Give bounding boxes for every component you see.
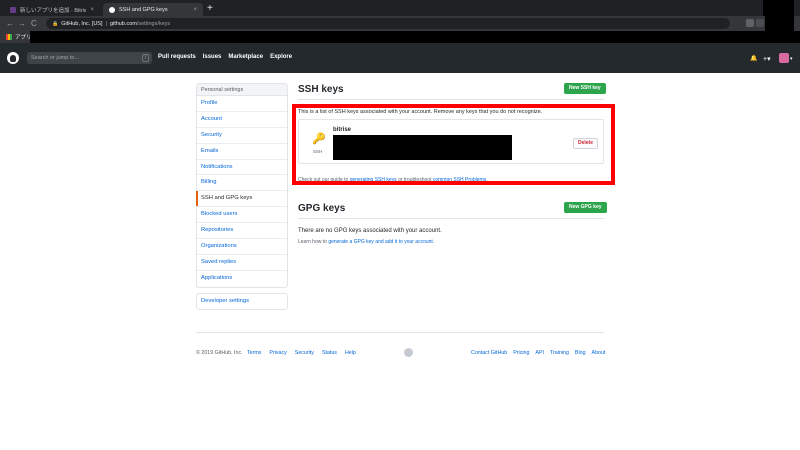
tab-label: SSH and GPG keys [119,6,168,13]
address-separator: | [105,20,107,27]
apps-grid-icon [6,34,12,40]
redacted-area [763,0,794,16]
footer-link-pricing[interactable]: Pricing [513,350,529,356]
sidebar-item-account[interactable]: Account [197,112,287,128]
browser-tab-ssh-gpg-keys[interactable]: SSH and GPG keys × [103,3,203,16]
red-highlight-annotation [292,104,615,185]
github-mark-icon[interactable] [404,348,413,357]
sidebar-item-security[interactable]: Security [197,128,287,144]
new-ssh-key-button[interactable]: New SSH key [564,83,606,94]
divider [298,218,604,219]
no-gpg-keys-text: There are no GPG keys associated with yo… [298,228,442,234]
back-arrow-icon[interactable]: ← [6,18,14,29]
new-gpg-key-button[interactable]: New GPG key [564,202,607,213]
browser-tab-bitrise[interactable]: 新しいアプリを追加 · Bitrise × [4,3,100,16]
copyright-text: © 2019 GitHub, Inc. [196,350,243,356]
header-nav: Pull requests Issues Marketplace Explore [158,54,292,60]
generate-gpg-key-link[interactable]: generate a GPG key and add it to your ac… [328,239,433,245]
sidebar-heading: Personal settings [197,84,287,96]
reload-icon[interactable]: C [31,18,37,29]
browser-tab-strip: 新しいアプリを追加 · Bitrise × SSH and GPG keys ×… [0,0,800,16]
search-shortcut-key: / [142,54,149,62]
learn-prefix: Learn how to [298,239,327,245]
address-host: github.com [109,20,137,27]
tab-close-icon[interactable]: × [193,7,197,13]
bitrise-favicon-icon [10,6,16,13]
sidebar-item-applications[interactable]: Applications [197,271,287,287]
sidebar-item-saved-replies[interactable]: Saved replies [197,255,287,271]
footer-link-about[interactable]: About [592,350,606,356]
footer-left-links: Terms Privacy Security Status Help [247,350,356,356]
sidebar-item-ssh-gpg-keys[interactable]: SSH and GPG keys [196,191,287,208]
learn-suffix: . [432,239,435,245]
address-bar[interactable]: 🔒 GitHub, Inc. [US] | github.com/setting… [46,18,730,29]
site-identity: GitHub, Inc. [US] [61,20,103,27]
github-header: Search or jump to... / Pull requests Iss… [0,43,800,73]
address-path: /settings/keys [136,20,171,27]
footer-link-security[interactable]: Security [295,350,314,356]
redacted-area [30,31,800,43]
new-tab-button[interactable]: + [207,3,213,14]
footer-link-help[interactable]: Help [345,350,356,356]
lock-icon: 🔒 [52,20,59,27]
tab-close-icon[interactable]: × [90,7,94,13]
gpg-learn-text: Learn how to generate a GPG key and add … [298,239,434,245]
redacted-area [765,16,794,31]
footer-link-training[interactable]: Training [550,350,569,356]
nav-marketplace[interactable]: Marketplace [228,54,263,60]
footer-link-status[interactable]: Status [322,350,337,356]
bookmarks-bar: アプリ [0,31,800,43]
gpg-keys-title: GPG keys [298,203,346,214]
footer-link-privacy[interactable]: Privacy [269,350,286,356]
sidebar-item-organizations[interactable]: Organizations [197,239,287,255]
sidebar-item-billing[interactable]: Billing [197,175,287,192]
search-input[interactable]: Search or jump to... / [27,52,152,64]
github-favicon-icon [109,6,115,13]
divider [298,99,604,100]
sidebar-item-emails[interactable]: Emails [197,144,287,160]
settings-sidebar: Personal settings Profile Account Securi… [196,83,288,288]
footer-link-terms[interactable]: Terms [247,350,261,356]
forward-arrow-icon[interactable]: → [18,18,26,29]
footer-link-api[interactable]: API [535,350,544,356]
sidebar-item-profile[interactable]: Profile [197,96,287,112]
footer-link-blog[interactable]: Blog [575,350,586,356]
sidebar-item-notifications[interactable]: Notifications [197,160,287,176]
avatar[interactable] [779,53,789,63]
ssh-keys-title: SSH keys [298,84,344,95]
sidebar-item-repositories[interactable]: Repositories [197,223,287,240]
extension-icon[interactable] [756,19,764,27]
github-logo-icon[interactable] [7,52,19,64]
tab-label: 新しいアプリを追加 · Bitrise [20,7,87,14]
bookmark-apps[interactable]: アプリ [6,33,32,41]
search-placeholder: Search or jump to... [31,55,79,61]
sidebar-item-blocked-users[interactable]: Blocked users [197,207,287,224]
nav-pull-requests[interactable]: Pull requests [158,54,196,60]
translate-icon[interactable] [746,19,754,27]
nav-issues[interactable]: Issues [203,54,222,60]
avatar-caret-icon[interactable]: ▾ [790,56,793,62]
browser-toolbar: ← → C 🔒 GitHub, Inc. [US] | github.com/s… [0,16,800,31]
nav-explore[interactable]: Explore [270,54,292,60]
footer-divider [196,332,604,333]
footer-right-links: Contact GitHub Pricing API Training Blog… [471,350,605,356]
sidebar-item-developer-settings[interactable]: Developer settings [196,293,288,310]
footer-link-contact[interactable]: Contact GitHub [471,350,507,356]
create-new-plus-icon[interactable]: +▾ [763,55,771,63]
bell-icon[interactable]: 🔔 [750,55,757,62]
